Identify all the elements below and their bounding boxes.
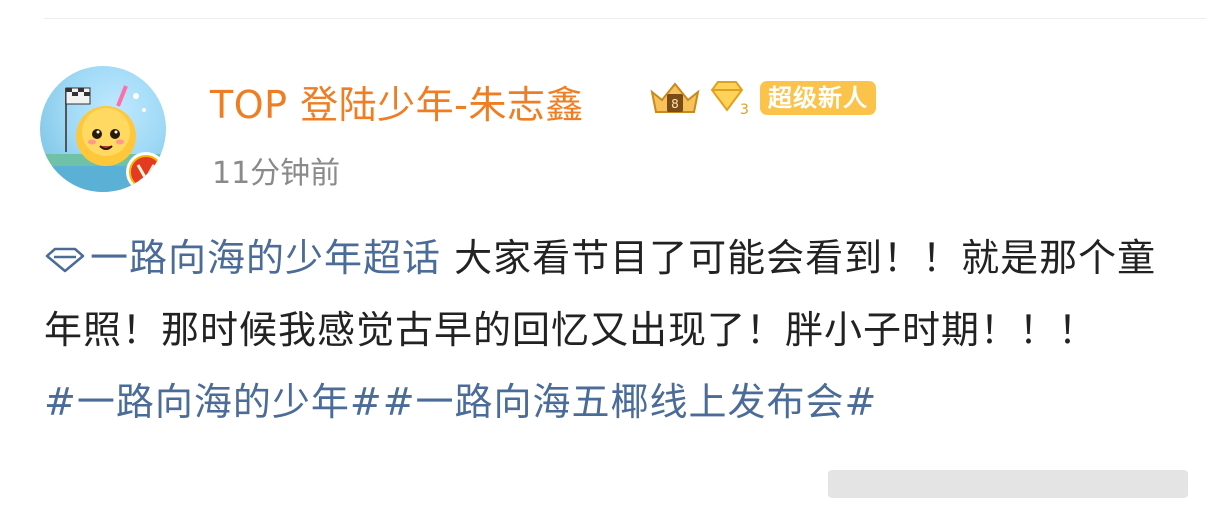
super-newcomer-badge[interactable]: 超级新人 (760, 81, 876, 115)
crown-level-icon[interactable]: 8 (648, 78, 702, 118)
svg-text:3: 3 (740, 102, 748, 116)
svg-text:8: 8 (671, 97, 679, 111)
post-content: 一路向海的少年超话 大家看节目了可能会看到！！就是那个童年照！那时候我感觉古早的… (44, 222, 1174, 438)
hashtag-link[interactable]: #一路向海的少年# (44, 380, 383, 424)
verified-badge (126, 152, 166, 192)
hashtag-link[interactable]: #一路向海五椰线上发布会# (383, 380, 878, 424)
top-divider (44, 18, 1206, 19)
avatar[interactable] (40, 66, 166, 192)
watermark-blur (828, 470, 1188, 498)
watermark (828, 467, 1188, 501)
diamond-vip-icon[interactable]: 3 (708, 80, 748, 116)
supertopic-link[interactable]: 一路向海的少年超话 (44, 236, 441, 280)
verified-v-icon (136, 164, 156, 181)
post-timestamp[interactable]: 11分钟前 (212, 148, 340, 192)
user-badges: 8 3 超级新人 (648, 78, 876, 118)
supertopic-diamond-icon (45, 247, 85, 273)
supertopic-label: 一路向海的少年超话 (90, 236, 442, 280)
post-header: TOP 登陆少年-朱志鑫 8 3 超级新人 11分钟前 (40, 66, 1140, 196)
username[interactable]: TOP 登陆少年-朱志鑫 (210, 74, 584, 129)
